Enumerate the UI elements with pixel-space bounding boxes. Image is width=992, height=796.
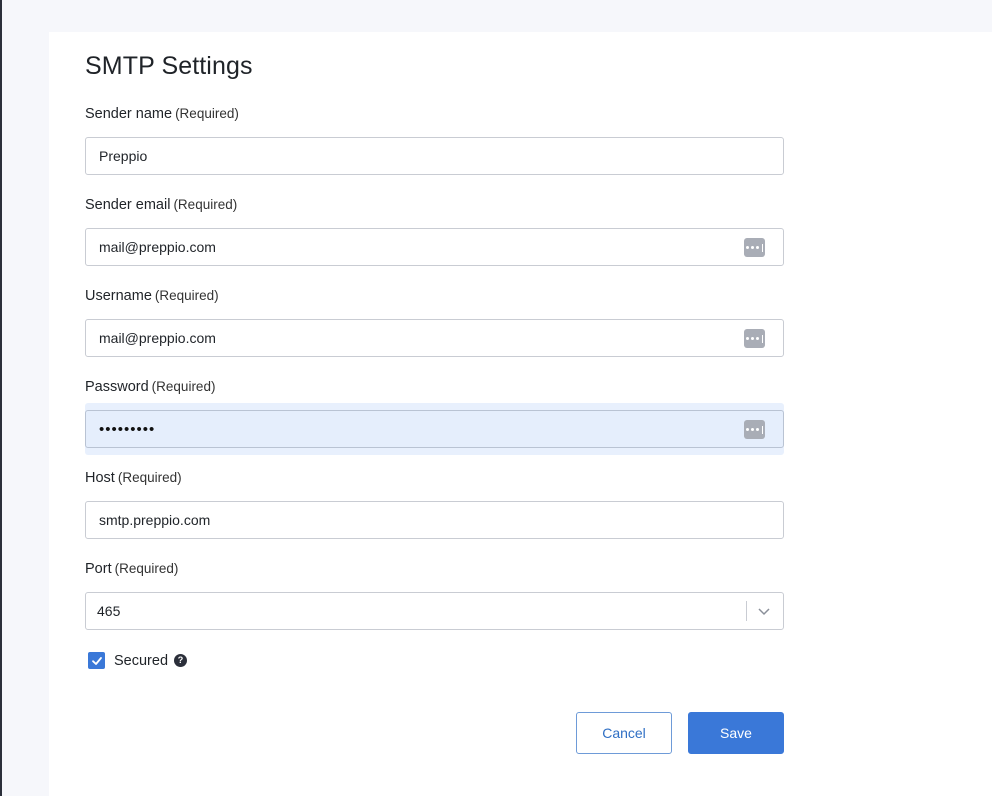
required-indicator: (Required) [173,197,238,212]
host-label-text: Host [85,470,115,486]
secured-checkbox[interactable] [88,652,105,669]
sender-email-label: Sender email (Required) [85,197,237,213]
sender-name-label: Sender name (Required) [85,106,239,122]
sender-name-value: Preppio [99,148,148,164]
port-label-text: Port [85,561,112,577]
required-indicator: (Required) [114,561,179,576]
username-label: Username (Required) [85,288,219,304]
secured-option: Secured ? [88,652,188,669]
required-indicator: (Required) [117,470,182,485]
password-value: ••••••••• [99,420,156,438]
required-indicator: (Required) [154,288,219,303]
host-value: smtp.preppio.com [99,512,211,528]
sender-email-label-text: Sender email [85,197,171,213]
sender-name-label-text: Sender name [85,106,173,122]
cancel-button[interactable]: Cancel [576,712,672,754]
smtp-settings-panel: SMTP Settings Sender name (Required) Prep… [49,32,992,796]
sender-name-input[interactable]: Preppio [85,137,784,175]
password-input[interactable]: ••••••••• [85,410,784,448]
password-manager-key-icon[interactable] [744,238,765,257]
username-input[interactable]: mail@preppio.com [85,319,784,357]
checkmark-icon [91,656,102,665]
save-button[interactable]: Save [688,712,784,754]
password-manager-key-icon[interactable] [744,329,765,348]
port-value: 465 [97,603,121,619]
page-title: SMTP Settings [85,52,253,80]
sender-email-value: mail@preppio.com [99,239,216,255]
sender-email-input[interactable]: mail@preppio.com [85,228,784,266]
username-value: mail@preppio.com [99,330,216,346]
port-select[interactable]: 465 [85,592,784,630]
required-indicator: (Required) [151,379,216,394]
port-label: Port (Required) [85,561,178,577]
host-input[interactable]: smtp.preppio.com [85,501,784,539]
password-manager-key-icon[interactable] [744,420,765,439]
window-left-edge [0,0,2,796]
select-divider [746,601,747,621]
password-label-text: Password [85,379,149,395]
host-label: Host (Required) [85,470,182,486]
chevron-down-icon[interactable] [757,604,771,618]
required-indicator: (Required) [175,106,239,121]
secured-label: Secured [114,652,169,669]
username-label-text: Username [85,288,152,304]
password-label: Password (Required) [85,379,215,395]
question-circle-icon[interactable]: ? [174,654,188,667]
